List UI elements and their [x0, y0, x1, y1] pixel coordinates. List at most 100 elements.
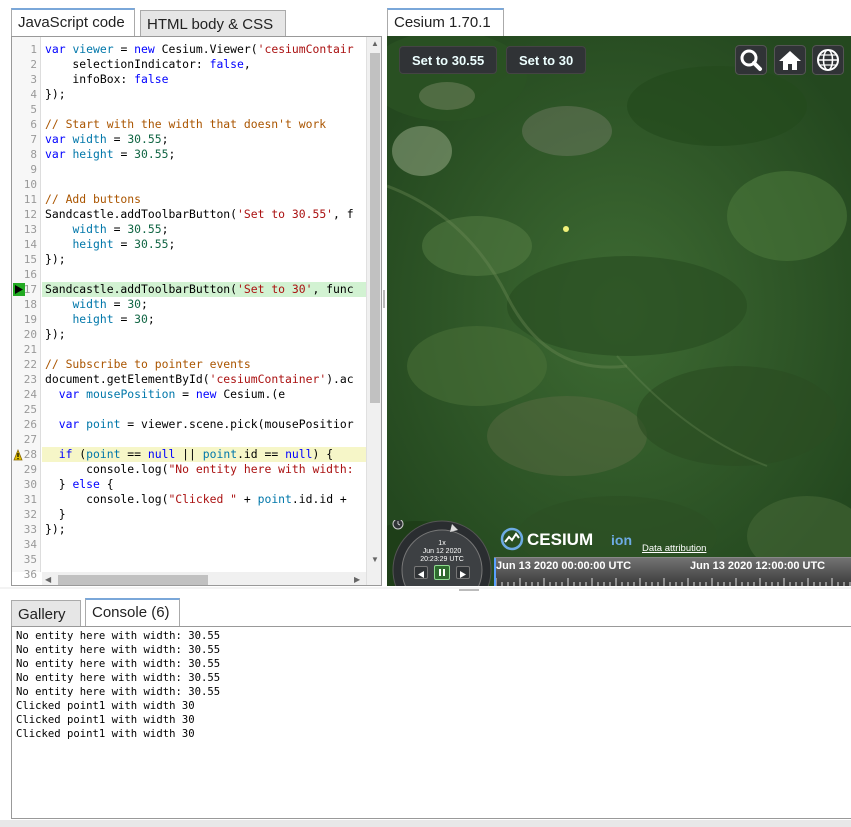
tab-cesium-viewer[interactable]: Cesium 1.70.1 — [387, 8, 504, 37]
debug-arrow-icon[interactable] — [13, 283, 25, 296]
line-number: 9 — [30, 163, 37, 176]
timeline-label-mid: Jun 13 2020 12:00:00 UTC — [690, 560, 826, 572]
splitter-grip[interactable] — [459, 589, 479, 591]
line-gutter: 1 2 3 4 5 6 7 8 9 10 11 12 13 14 15 16 17 18 19 20 21 22 23 24 2… — [12, 37, 41, 581]
editor-vertical-scrollbar[interactable]: ▲ ▼ — [366, 37, 381, 585]
code-line[interactable]: width = 30.55; — [45, 222, 168, 237]
play-forward-button[interactable] — [456, 566, 470, 579]
timeline[interactable]: Jun 13 2020 00:00:00 UTC Jun 13 2020 12:… — [494, 557, 851, 586]
console-line: No entity here with width: 30.55 — [16, 658, 221, 670]
code-editor[interactable]: 1 2 3 4 5 6 7 8 9 10 11 12 13 14 15 16 17 18 19 20 21 22 23 24 2… — [11, 36, 382, 586]
tab-html-css[interactable]: HTML body & CSS — [140, 10, 286, 37]
entity-point-marker — [563, 226, 569, 232]
line-number: 7 — [30, 133, 37, 146]
tab-javascript-code[interactable]: JavaScript code — [11, 8, 135, 37]
animation-widget[interactable]: 1x Jun 12 2020 20:23:29 UTC — [392, 520, 492, 586]
line-number: 19 — [23, 313, 37, 326]
scene-mode-button[interactable] — [812, 45, 844, 75]
code-line[interactable]: var height = 30.55; — [45, 147, 175, 162]
line-number: 14 — [23, 238, 37, 251]
code-line[interactable]: // Add buttons — [45, 192, 141, 207]
code-line[interactable]: height = 30; — [45, 312, 154, 327]
data-attribution-link[interactable]: Data attribution — [642, 543, 706, 554]
console-output[interactable]: No entity here with width: 30.55 No entit… — [11, 626, 851, 819]
line-number: 15 — [23, 253, 37, 266]
warning-icon[interactable] — [13, 448, 23, 461]
play-reverse-button[interactable] — [414, 566, 428, 579]
code-line[interactable]: width = 30; — [45, 297, 147, 312]
code-line[interactable]: // Subscribe to pointer events — [45, 357, 251, 372]
satellite-imagery[interactable] — [387, 36, 851, 586]
line-number: 3 — [30, 73, 37, 86]
anim-speed: 1x — [438, 540, 446, 547]
set-to-30-55-label: Set to 30.55 — [412, 53, 485, 68]
code-line[interactable]: // Start with the width that doesn't wor… — [45, 117, 326, 132]
line-number: 34 — [23, 538, 37, 551]
code-line[interactable]: }); — [45, 87, 66, 102]
code-line[interactable]: if (point == null || point.id == null) { — [45, 447, 333, 462]
code-line[interactable]: document.getElementById('cesiumContainer… — [45, 372, 354, 387]
code-line[interactable]: var mousePosition = new Cesium.(e — [45, 387, 285, 402]
tab-gallery-label: Gallery — [18, 606, 66, 623]
code-line[interactable]: var width = 30.55; — [45, 132, 168, 147]
code-line[interactable]: var viewer = new Cesium.Viewer('cesiumCo… — [45, 42, 354, 57]
line-number: 29 — [23, 463, 37, 476]
hscroll-thumb[interactable] — [58, 575, 208, 585]
vertical-splitter-grip[interactable] — [383, 290, 385, 308]
editor-horizontal-scrollbar[interactable]: ◀ ▶ — [42, 572, 366, 585]
code-line[interactable]: } — [45, 507, 66, 522]
anim-time: 20:23:29 UTC — [420, 556, 464, 563]
horizontal-splitter[interactable] — [0, 587, 851, 589]
line-number: 12 — [23, 208, 37, 221]
tab-gallery[interactable]: Gallery — [11, 600, 81, 626]
scroll-thumb[interactable] — [370, 53, 380, 403]
cesium-logo-text: CESIUM — [527, 530, 594, 549]
set-to-30-label: Set to 30 — [519, 53, 574, 68]
code-line[interactable]: Sandcastle.addToolbarButton('Set to 30.5… — [45, 207, 354, 222]
line-number: 22 — [23, 358, 37, 371]
line-number: 24 — [23, 388, 37, 401]
tab-console[interactable]: Console (6) — [85, 598, 180, 627]
code-line[interactable]: selectionIndicator: false, — [45, 57, 250, 72]
cesium-viewer[interactable]: Set to 30.55 Set to 30 CESIUM ion Data a… — [387, 36, 851, 586]
code-line[interactable]: } else { — [45, 477, 114, 492]
geocoder-button[interactable] — [735, 45, 767, 75]
line-number: 36 — [23, 568, 37, 581]
code-line[interactable]: }); — [45, 252, 66, 267]
line-number: 2 — [30, 58, 37, 71]
timeline-needle[interactable] — [494, 558, 496, 586]
tab-console-label: Console (6) — [92, 604, 170, 621]
code-line[interactable]: infoBox: false — [45, 72, 168, 87]
play-reverse-icon — [418, 571, 424, 578]
set-to-30-55-button[interactable]: Set to 30.55 — [399, 46, 498, 74]
code-line[interactable]: var point = viewer.scene.pick(mousePosit… — [45, 417, 354, 432]
bottom-border — [0, 820, 851, 827]
code-line[interactable]: }); — [45, 327, 66, 342]
code-line[interactable]: console.log("No entity here with width: — [45, 462, 353, 477]
line-number: 23 — [23, 373, 37, 386]
console-line: No entity here with width: 30.55 — [16, 672, 221, 684]
globe-icon — [817, 49, 839, 71]
home-button[interactable] — [774, 45, 806, 75]
line-number: 11 — [23, 193, 37, 206]
set-to-30-button[interactable]: Set to 30 — [506, 46, 587, 74]
console-line: No entity here with width: 30.55 — [16, 644, 221, 656]
timeline-label-start: Jun 13 2020 00:00:00 UTC — [496, 560, 632, 572]
code-line[interactable]: console.log("Clicked " + point.id.id + — [45, 492, 347, 507]
scroll-right-icon[interactable]: ▶ — [354, 575, 360, 584]
scroll-down-icon[interactable]: ▼ — [371, 555, 379, 564]
line-number: 1 — [30, 43, 37, 56]
ion-logo-text: ion — [611, 532, 632, 548]
cesium-logo-icon — [500, 527, 524, 551]
code-line[interactable]: Sandcastle.addToolbarButton('Set to 30',… — [45, 282, 354, 297]
scroll-up-icon[interactable]: ▲ — [371, 39, 379, 48]
line-number: 16 — [23, 268, 37, 281]
pause-button[interactable] — [434, 565, 450, 580]
pause-icon — [439, 569, 445, 576]
play-forward-icon — [460, 571, 466, 578]
console-line: Clicked point1 with width 30 — [16, 714, 195, 726]
code-line[interactable]: height = 30.55; — [45, 237, 175, 252]
cesium-ion-logo[interactable]: CESIUM ion — [500, 527, 640, 553]
scroll-left-icon[interactable]: ◀ — [45, 575, 51, 584]
code-line[interactable]: }); — [45, 522, 66, 537]
